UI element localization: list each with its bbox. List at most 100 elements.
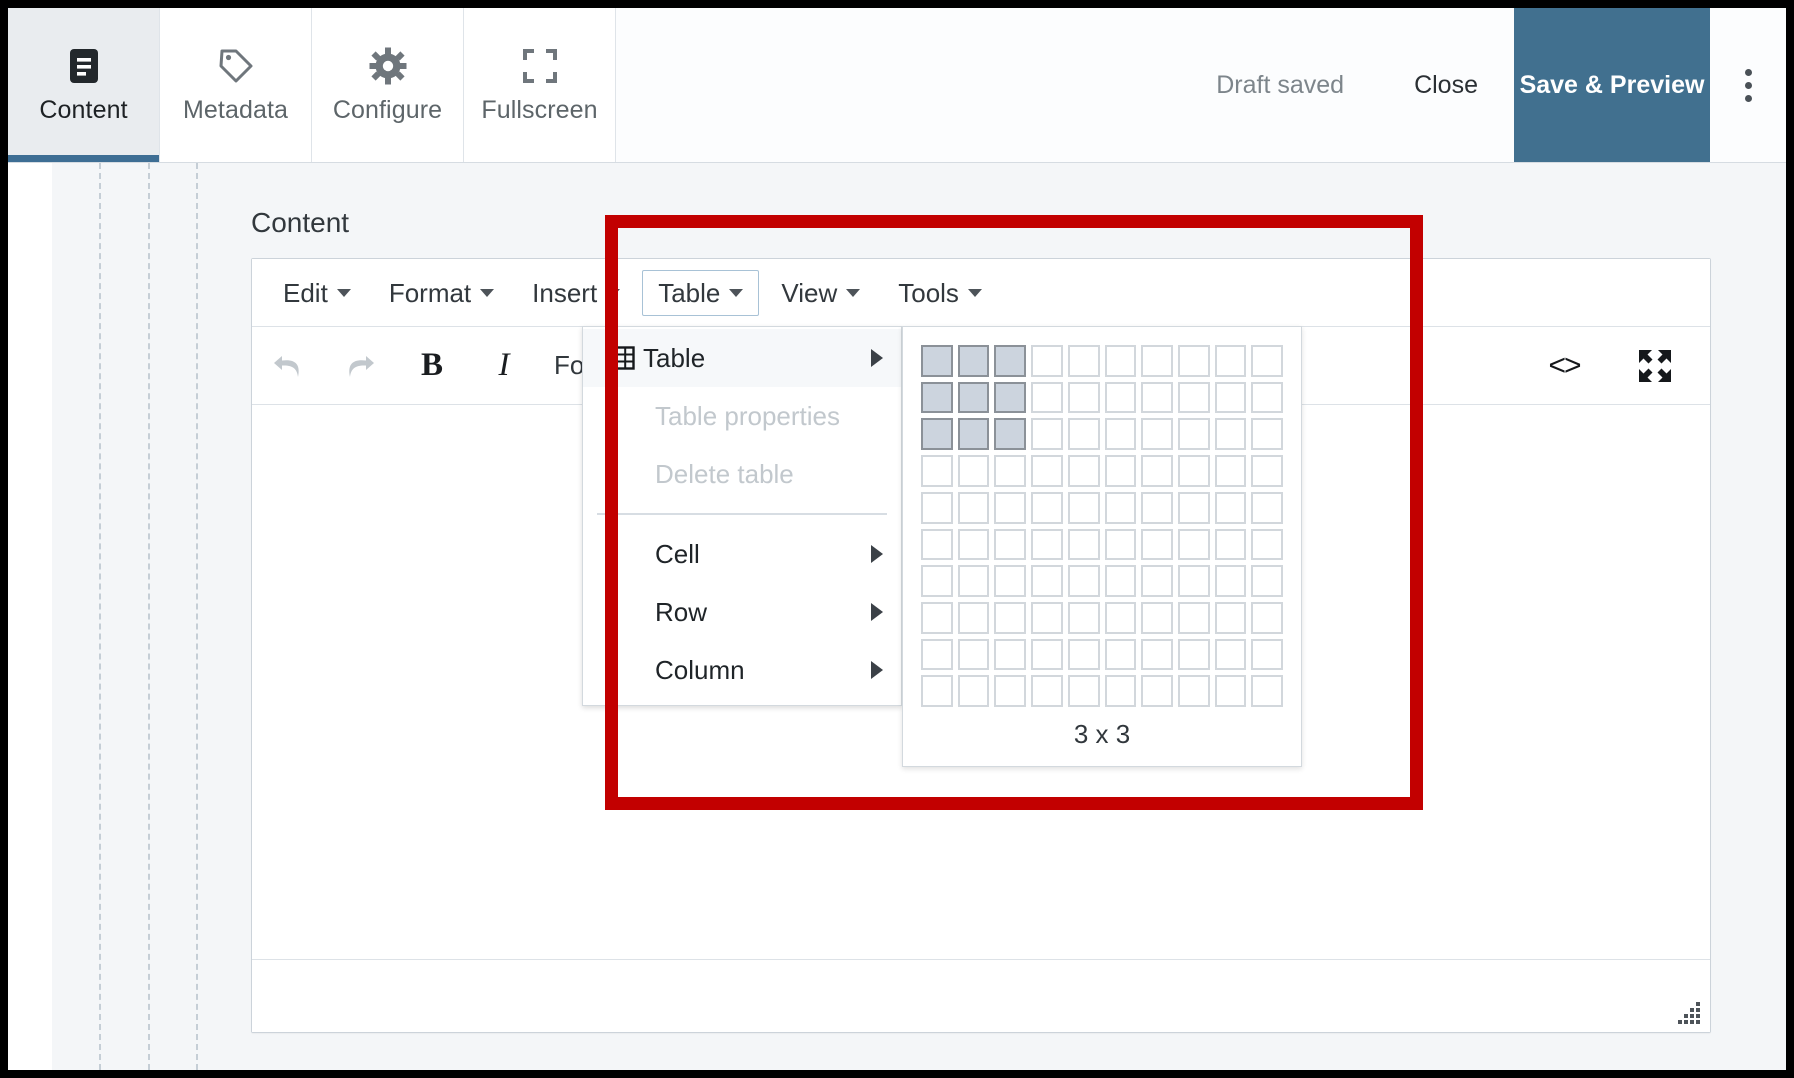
- table-size-cell[interactable]: [1104, 638, 1137, 671]
- table-size-cell[interactable]: [1031, 638, 1063, 671]
- table-size-cell[interactable]: [1251, 455, 1284, 487]
- table-size-cell[interactable]: [921, 675, 953, 708]
- table-size-cell[interactable]: [1141, 601, 1173, 634]
- italic-button[interactable]: I: [468, 327, 540, 404]
- table-size-cell[interactable]: [1104, 491, 1137, 524]
- more-vertical-icon[interactable]: [1710, 8, 1786, 162]
- menu-view[interactable]: View: [765, 270, 876, 316]
- menu-insert[interactable]: Insert: [516, 270, 636, 316]
- table-size-cell[interactable]: [1214, 455, 1247, 487]
- table-size-cell[interactable]: [921, 418, 953, 451]
- table-size-cell[interactable]: [1067, 455, 1100, 487]
- table-size-cell[interactable]: [994, 381, 1027, 414]
- table-size-cell[interactable]: [1031, 491, 1063, 524]
- table-size-cell[interactable]: [1251, 675, 1284, 708]
- tab-fullscreen[interactable]: Fullscreen: [464, 8, 616, 162]
- table-size-cell[interactable]: [1141, 345, 1173, 377]
- table-size-cell[interactable]: [1067, 381, 1100, 414]
- table-size-cell[interactable]: [1031, 345, 1063, 377]
- table-size-cell[interactable]: [1031, 601, 1063, 634]
- table-size-cell[interactable]: [1251, 418, 1284, 451]
- table-size-cell[interactable]: [1141, 565, 1173, 597]
- table-size-cell[interactable]: [1141, 381, 1173, 414]
- table-size-cell[interactable]: [1214, 675, 1247, 708]
- table-size-cell[interactable]: [1177, 381, 1210, 414]
- menu-table[interactable]: Table: [642, 269, 760, 316]
- tab-metadata[interactable]: Metadata: [160, 8, 312, 162]
- table-size-cell[interactable]: [921, 345, 953, 377]
- table-size-cell[interactable]: [957, 418, 990, 451]
- menu-item-cell[interactable]: Cell: [583, 525, 901, 583]
- tab-content[interactable]: Content: [8, 8, 160, 162]
- table-size-cell[interactable]: [994, 565, 1027, 597]
- table-size-cell[interactable]: [921, 638, 953, 671]
- table-size-cell[interactable]: [921, 455, 953, 487]
- table-size-cell[interactable]: [994, 601, 1027, 634]
- table-size-cell[interactable]: [1104, 528, 1137, 561]
- table-size-cell[interactable]: [1177, 455, 1210, 487]
- resize-grip-icon[interactable]: [1678, 1002, 1700, 1024]
- table-size-cell[interactable]: [1251, 491, 1284, 524]
- table-size-cell[interactable]: [921, 565, 953, 597]
- table-size-cell[interactable]: [1141, 491, 1173, 524]
- table-size-cell[interactable]: [957, 638, 990, 671]
- table-size-cell[interactable]: [1177, 675, 1210, 708]
- table-size-cell[interactable]: [1214, 345, 1247, 377]
- table-size-cell[interactable]: [1214, 528, 1247, 561]
- table-size-cell[interactable]: [921, 601, 953, 634]
- table-size-cell[interactable]: [1104, 455, 1137, 487]
- table-size-grid[interactable]: [921, 345, 1284, 708]
- table-size-cell[interactable]: [1067, 528, 1100, 561]
- table-size-cell[interactable]: [994, 528, 1027, 561]
- close-button[interactable]: Close: [1378, 8, 1514, 162]
- table-size-cell[interactable]: [1214, 601, 1247, 634]
- bold-button[interactable]: B: [396, 327, 468, 404]
- tab-configure[interactable]: Configure: [312, 8, 464, 162]
- table-size-cell[interactable]: [1031, 381, 1063, 414]
- table-size-cell[interactable]: [1104, 381, 1137, 414]
- table-size-cell[interactable]: [1141, 638, 1173, 671]
- table-size-cell[interactable]: [1214, 491, 1247, 524]
- source-code-button[interactable]: <>: [1528, 327, 1600, 404]
- table-size-cell[interactable]: [957, 675, 990, 708]
- table-size-cell[interactable]: [1104, 675, 1137, 708]
- menu-edit[interactable]: Edit: [267, 270, 367, 316]
- table-size-cell[interactable]: [1251, 381, 1284, 414]
- table-size-cell[interactable]: [1067, 675, 1100, 708]
- table-size-cell[interactable]: [957, 491, 990, 524]
- table-size-cell[interactable]: [1141, 418, 1173, 451]
- table-size-cell[interactable]: [1031, 418, 1063, 451]
- table-size-cell[interactable]: [957, 455, 990, 487]
- menu-item-column[interactable]: Column: [583, 641, 901, 699]
- save-and-preview-button[interactable]: Save & Preview: [1514, 8, 1710, 162]
- table-size-cell[interactable]: [1251, 345, 1284, 377]
- menu-item-row[interactable]: Row: [583, 583, 901, 641]
- table-size-cell[interactable]: [1177, 565, 1210, 597]
- table-size-cell[interactable]: [957, 381, 990, 414]
- table-size-cell[interactable]: [1251, 601, 1284, 634]
- table-size-cell[interactable]: [1251, 638, 1284, 671]
- table-size-cell[interactable]: [1177, 491, 1210, 524]
- table-size-cell[interactable]: [1177, 418, 1210, 451]
- table-size-cell[interactable]: [1067, 638, 1100, 671]
- table-size-cell[interactable]: [1067, 418, 1100, 451]
- table-size-cell[interactable]: [1214, 381, 1247, 414]
- table-size-cell[interactable]: [994, 675, 1027, 708]
- redo-icon[interactable]: [324, 327, 396, 404]
- table-size-cell[interactable]: [1067, 601, 1100, 634]
- table-size-cell[interactable]: [994, 418, 1027, 451]
- table-size-cell[interactable]: [957, 565, 990, 597]
- table-size-cell[interactable]: [994, 638, 1027, 671]
- table-size-cell[interactable]: [1141, 455, 1173, 487]
- table-size-cell[interactable]: [1031, 455, 1063, 487]
- table-size-cell[interactable]: [1214, 638, 1247, 671]
- table-size-cell[interactable]: [1067, 345, 1100, 377]
- undo-icon[interactable]: [252, 327, 324, 404]
- table-size-cell[interactable]: [994, 491, 1027, 524]
- table-size-cell[interactable]: [957, 345, 990, 377]
- menu-format[interactable]: Format: [373, 270, 510, 316]
- table-size-cell[interactable]: [1141, 528, 1173, 561]
- table-size-cell[interactable]: [921, 491, 953, 524]
- table-size-cell[interactable]: [1177, 528, 1210, 561]
- table-size-cell[interactable]: [1177, 601, 1210, 634]
